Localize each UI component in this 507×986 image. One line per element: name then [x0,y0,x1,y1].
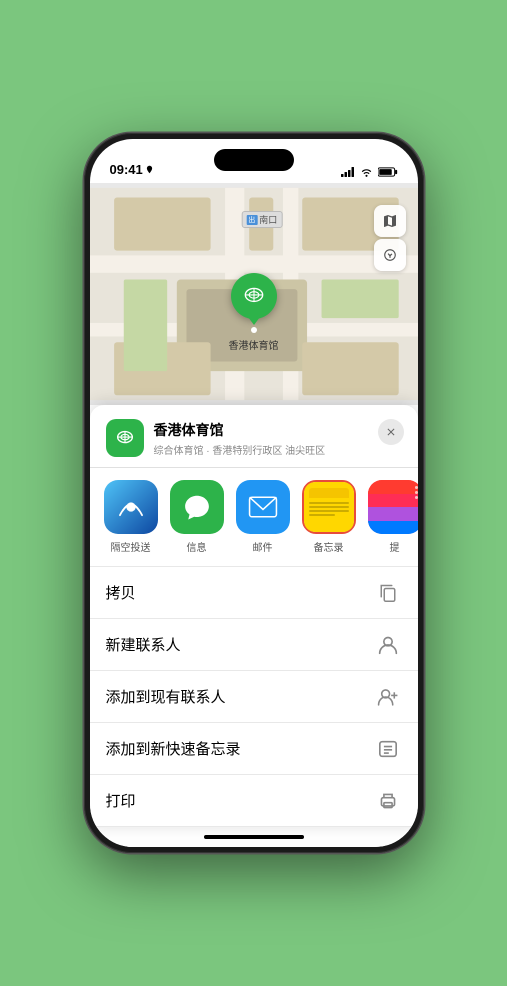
notes-top [309,488,349,498]
messages-icon [182,493,212,521]
map-type-button[interactable] [374,205,406,237]
print-svg [378,792,398,810]
action-new-contact[interactable]: 新建联系人 [90,619,418,671]
phone-frame: 09:41 [84,133,424,853]
venue-stadium-icon [114,427,136,449]
share-more[interactable]: 提 [368,480,418,554]
person-svg [378,635,398,655]
bottom-sheet: 香港体育馆 综合体育馆 · 香港特别行政区 油尖旺区 [90,405,418,827]
home-indicator [90,827,418,847]
action-quick-note[interactable]: 添加到新快速备忘录 [90,723,418,775]
more-colors [368,480,418,534]
venue-icon [106,419,144,457]
airdrop-label: 隔空投送 [111,539,151,554]
airdrop-icon-container [104,480,158,534]
more-dots [415,486,418,499]
notes-icon-container [302,480,356,534]
pin-label: 香港体育馆 [229,337,279,352]
share-messages[interactable]: 信息 [170,480,224,554]
share-notes[interactable]: 备忘录 [302,480,356,554]
venue-subtitle: 综合体育馆 · 香港特别行政区 油尖旺区 [154,442,402,457]
close-icon [385,426,397,438]
status-icons [341,167,398,177]
notes-label: 备忘录 [314,539,344,554]
action-print[interactable]: 打印 [90,775,418,827]
messages-icon-container [170,480,224,534]
status-time: 09:41 [110,162,154,177]
notes-line-4 [309,514,335,516]
venue-header: 香港体育馆 综合体育馆 · 香港特别行政区 油尖旺区 [90,405,418,468]
action-add-contact[interactable]: 添加到现有联系人 [90,671,418,723]
venue-name: 香港体育馆 [154,420,402,440]
mail-icon-container [236,480,290,534]
notes-line-1 [309,502,349,504]
action-quick-note-label: 添加到新快速备忘录 [106,738,374,759]
copy-svg [379,583,397,603]
more-label: 提 [390,539,400,554]
pin-circle [231,273,277,319]
location-pin: 香港体育馆 [229,273,279,352]
print-icon [374,787,402,815]
location-button[interactable] [374,239,406,271]
action-add-contact-label: 添加到现有联系人 [106,686,374,707]
venue-info: 香港体育馆 综合体育馆 · 香港特别行政区 油尖旺区 [154,420,402,457]
wifi-icon [360,167,373,177]
mail-icon [248,496,278,518]
messages-label: 信息 [187,539,207,554]
share-row: 隔空投送 信息 [90,468,418,567]
close-button[interactable] [378,419,404,445]
mail-label: 邮件 [253,539,273,554]
action-new-contact-label: 新建联系人 [106,634,374,655]
notes-line-3 [309,510,349,512]
south-entrance-label: 出 南口 [241,211,282,228]
phone-screen: 09:41 [90,139,418,847]
action-copy[interactable]: 拷贝 [90,567,418,619]
new-contact-icon [374,631,402,659]
signal-icon [341,167,355,177]
airdrop-icon [117,493,145,521]
person-add-svg [377,687,399,707]
share-mail[interactable]: 邮件 [236,480,290,554]
notes-inner [304,482,354,532]
battery-icon [378,167,398,177]
dynamic-island [214,149,294,171]
map-buttons [374,205,406,271]
copy-icon [374,579,402,607]
compass-icon [383,248,397,262]
quick-note-icon [374,735,402,763]
stadium-icon [241,283,267,309]
notes-line-2 [309,506,349,508]
map-area: 出 南口 [90,183,418,405]
location-status-icon [145,165,154,174]
more-icon-container [368,480,418,534]
memo-svg [378,740,398,758]
action-print-label: 打印 [106,790,374,811]
pin-dot [251,327,257,333]
share-airdrop[interactable]: 隔空投送 [104,480,158,554]
home-bar [204,835,304,839]
add-contact-icon [374,683,402,711]
action-copy-label: 拷贝 [106,582,374,603]
map-type-icon [382,213,398,229]
